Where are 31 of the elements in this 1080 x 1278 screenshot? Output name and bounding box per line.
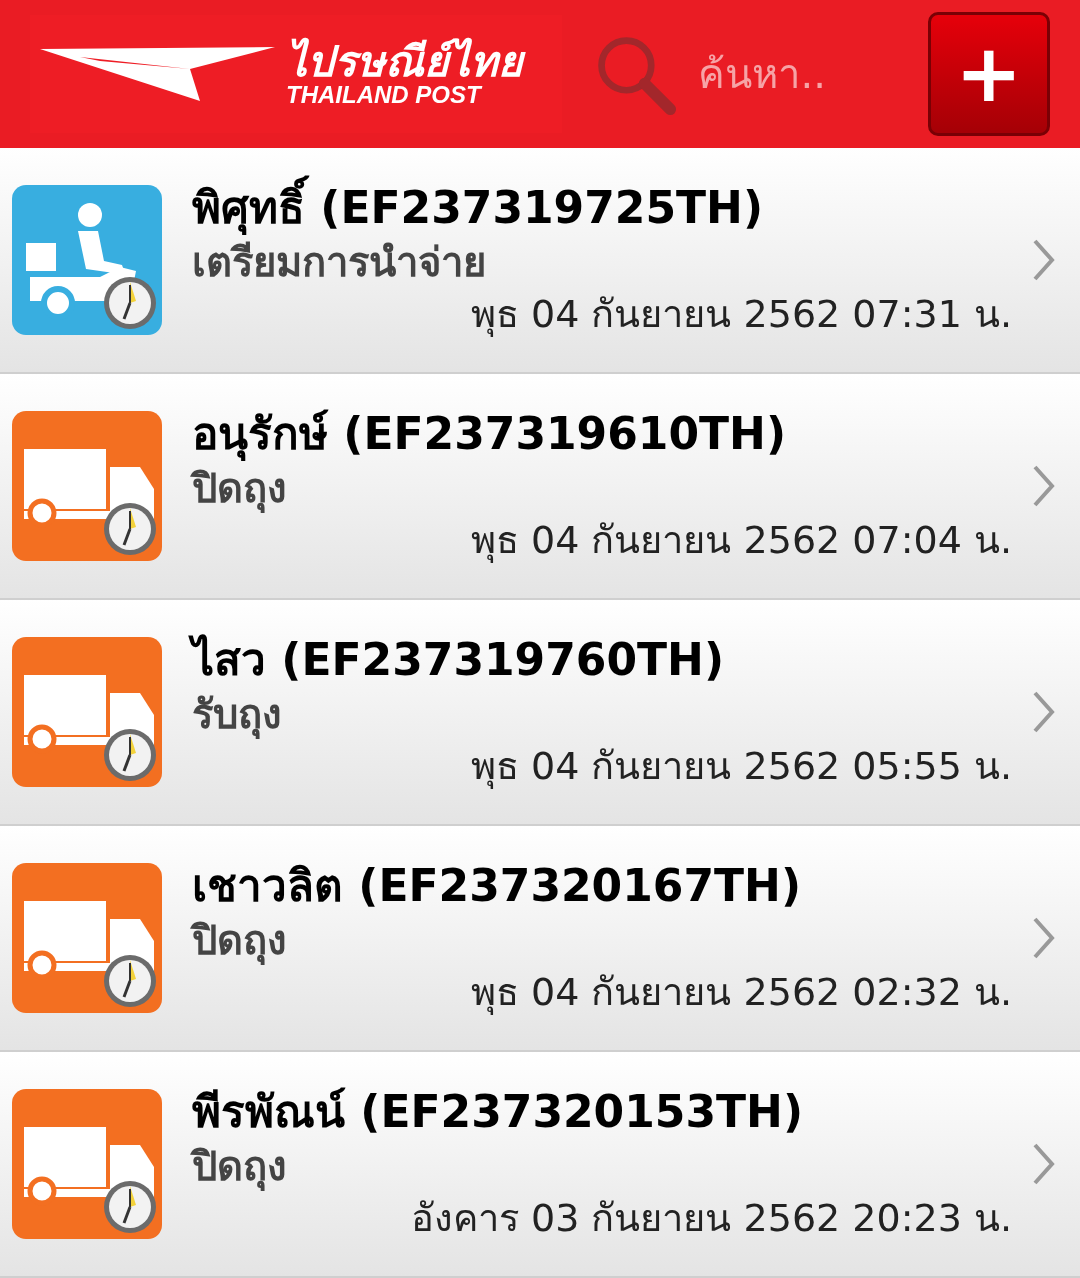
truck-icon <box>12 1089 162 1239</box>
truck-icon <box>12 863 162 1013</box>
scooter-rider-icon <box>12 185 162 335</box>
parcel-status: เตรียมการนำจ่าย <box>192 238 487 287</box>
parcel-title: พีรพัณน์ (EF237320153TH) <box>192 1084 805 1139</box>
chevron-right-icon <box>1032 238 1056 282</box>
parcel-time: พุธ 04 กันยายน 2562 07:31 น. <box>470 291 1012 339</box>
parcel-list-item[interactable]: พิศุทธิ์ (EF237319725TH) เตรียมการนำจ่าย พุธ 04 กันยายน 2562 07:31 น. <box>0 148 1080 374</box>
parcel-list-item[interactable]: อนุรักษ์ (EF237319610TH) ปิดถุง พุธ 04 กันยายน 2562 07:04 น. <box>0 374 1080 600</box>
parcel-status: รับถุง <box>192 690 283 740</box>
chevron-right-icon <box>1032 916 1056 960</box>
parcel-list-item[interactable]: เชาวลิต (EF237320167TH) ปิดถุง พุธ 04 กันยายน 2562 02:32 น. <box>0 826 1080 1052</box>
parcel-status: ปิดถุง <box>192 464 288 514</box>
parcel-time: พุธ 04 กันยายน 2562 07:04 น. <box>470 517 1012 565</box>
parcel-title: อนุรักษ์ (EF237319610TH) <box>192 406 788 462</box>
chevron-right-icon <box>1032 464 1056 508</box>
truck-icon <box>12 411 162 561</box>
search-field[interactable]: ค้นหา.. <box>698 44 919 104</box>
parcel-title: เชาวลิต (EF237320167TH) <box>192 858 803 913</box>
parcel-time: อังคาร 03 กันยายน 2562 20:23 น. <box>410 1195 1012 1242</box>
truck-icon <box>12 637 162 787</box>
chevron-right-icon <box>1032 690 1056 734</box>
parcel-list-item[interactable]: ไสว (EF237319760TH) รับถุง พุธ 04 กันยายน 2562 05:55 น. <box>0 600 1080 826</box>
parcel-status: ปิดถุง <box>192 916 288 966</box>
chevron-right-icon <box>1032 1142 1056 1186</box>
logo-english-text: THAILAND POST <box>286 83 484 107</box>
add-button[interactable]: + <box>927 12 1050 136</box>
parcel-time: พุธ 04 กันยายน 2562 05:55 น. <box>470 743 1012 791</box>
parcel-list-item[interactable]: พีรพัณน์ (EF237320153TH) ปิดถุง อังคาร 03 กันยายน 2562 20:23 น. <box>0 1052 1080 1278</box>
parcel-status: ปิดถุง <box>192 1142 288 1192</box>
parcel-time: พุธ 04 กันยายน 2562 02:32 น. <box>470 969 1012 1017</box>
